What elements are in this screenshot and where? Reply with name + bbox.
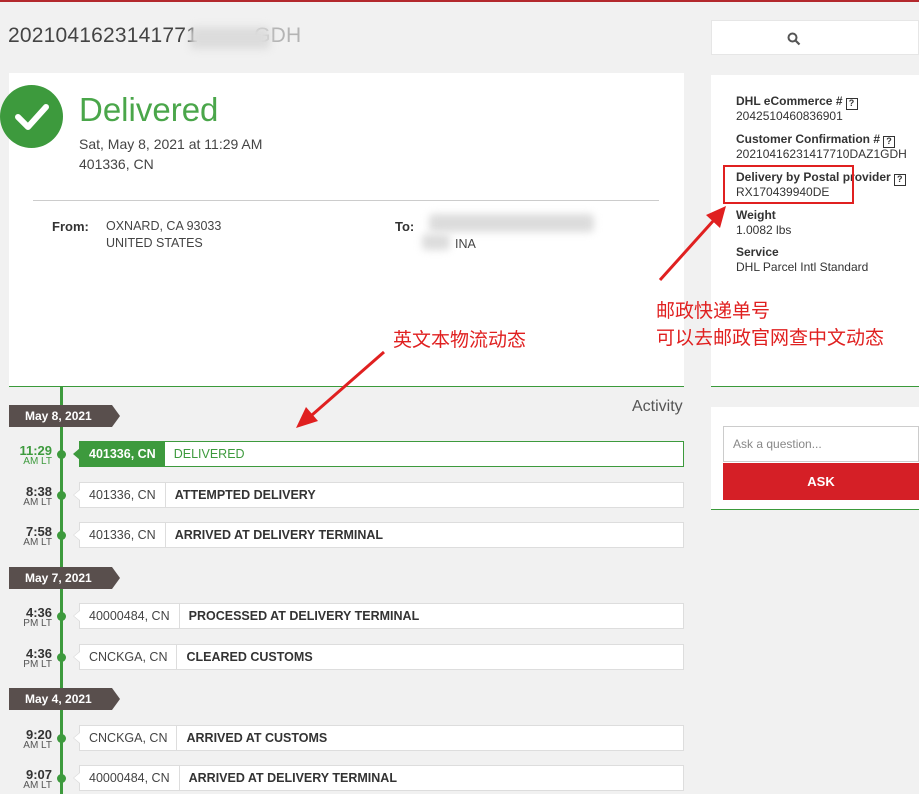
from-label: From: bbox=[52, 219, 89, 234]
annotation-arrowhead bbox=[296, 407, 318, 428]
help-icon[interactable]: ? bbox=[893, 174, 906, 186]
event-location: CNCKGA, CN bbox=[80, 645, 178, 669]
redacted-blur bbox=[422, 234, 450, 250]
event-description: DELIVERED bbox=[173, 447, 245, 461]
help-icon[interactable]: ? bbox=[845, 98, 858, 110]
confirmation-number-value: 20210416231417710DAZ1GDH bbox=[736, 147, 907, 161]
service-label: Service bbox=[736, 245, 779, 259]
activity-heading: Activity bbox=[632, 398, 683, 415]
weight-value: 1.0082 lbs bbox=[736, 223, 792, 237]
ecommerce-number-value: 2042510460836901 bbox=[736, 109, 843, 123]
event-description: ATTEMPTED DELIVERY bbox=[174, 488, 316, 502]
timeline-dot bbox=[57, 774, 66, 783]
status-date: Sat, May 8, 2021 at 11:29 AM bbox=[79, 136, 263, 152]
event-location: CNCKGA, CN bbox=[80, 726, 178, 750]
confirmation-number-label: Customer Confirmation #? bbox=[736, 132, 896, 148]
timeline-dot bbox=[57, 612, 66, 621]
event-time: 8:38 AM LT bbox=[23, 484, 52, 508]
event-location: 401336, CN bbox=[80, 523, 166, 547]
date-badge: May 7, 2021 bbox=[9, 567, 120, 589]
event-description: CLEARED CUSTOMS bbox=[186, 650, 313, 664]
annotation-postal-hint: 可以去邮政官网查中文动态 bbox=[656, 327, 885, 349]
annotation-highlight-box bbox=[723, 165, 854, 204]
activity-row[interactable]: 40000484, CN ARRIVED AT DELIVERY TERMINA… bbox=[73, 765, 684, 791]
to-address-line2: INA bbox=[455, 237, 476, 251]
event-time: 4:36 PM LT bbox=[23, 646, 52, 670]
activity-row[interactable]: CNCKGA, CN ARRIVED AT CUSTOMS bbox=[73, 725, 684, 751]
date-badge: May 8, 2021 bbox=[9, 405, 120, 427]
event-description: PROCESSED AT DELIVERY TERMINAL bbox=[188, 609, 420, 623]
tracking-number-start: 2021041623141771 bbox=[8, 24, 199, 47]
event-time: 11:29 AM LT bbox=[19, 443, 52, 467]
redacted-blur bbox=[190, 27, 270, 49]
from-address-line1: OXNARD, CA 93033 bbox=[106, 219, 222, 233]
event-time: 4:36 PM LT bbox=[23, 605, 52, 629]
ecommerce-number-label: DHL eCommerce #? bbox=[736, 94, 858, 110]
timeline-line bbox=[60, 387, 63, 794]
date-badge: May 4, 2021 bbox=[9, 688, 120, 710]
search-box[interactable] bbox=[711, 20, 919, 55]
timeline-dot bbox=[57, 491, 66, 500]
event-location: 401336, CN bbox=[80, 483, 166, 507]
from-address-line2: UNITED STATES bbox=[106, 236, 203, 250]
to-label: To: bbox=[395, 219, 415, 234]
event-description: ARRIVED AT DELIVERY TERMINAL bbox=[174, 528, 384, 542]
activity-row[interactable]: 40000484, CN PROCESSED AT DELIVERY TERMI… bbox=[73, 603, 684, 629]
annotation-english-tracking: 英文本物流动态 bbox=[393, 329, 527, 351]
delivered-check-icon bbox=[0, 85, 63, 148]
activity-row[interactable]: 401336, CN ATTEMPTED DELIVERY bbox=[73, 482, 684, 508]
timeline-dot bbox=[57, 653, 66, 662]
event-location: 401336, CN bbox=[80, 442, 165, 466]
divider bbox=[33, 200, 659, 201]
service-value: DHL Parcel Intl Standard bbox=[736, 260, 869, 274]
timeline-dot bbox=[57, 531, 66, 540]
activity-row[interactable]: 401336, CN DELIVERED bbox=[73, 441, 684, 467]
event-location: 40000484, CN bbox=[80, 766, 180, 790]
ask-question-input[interactable] bbox=[723, 426, 919, 462]
event-time: 7:58 AM LT bbox=[23, 524, 52, 548]
event-location: 40000484, CN bbox=[80, 604, 180, 628]
timeline-dot bbox=[57, 734, 66, 743]
redacted-blur bbox=[429, 214, 594, 232]
ask-question-panel: ASK bbox=[711, 407, 919, 510]
top-accent-line bbox=[0, 0, 919, 2]
status-title: Delivered bbox=[79, 91, 219, 128]
activity-row[interactable]: CNCKGA, CN CLEARED CUSTOMS bbox=[73, 644, 684, 670]
activity-row[interactable]: 401336, CN ARRIVED AT DELIVERY TERMINAL bbox=[73, 522, 684, 548]
weight-label: Weight bbox=[736, 208, 776, 222]
ask-button[interactable]: ASK bbox=[723, 463, 919, 500]
search-icon[interactable] bbox=[787, 32, 801, 46]
annotation-postal-number: 邮政快递单号 bbox=[656, 300, 771, 322]
event-description: ARRIVED AT DELIVERY TERMINAL bbox=[188, 771, 397, 785]
status-location: 401336, CN bbox=[79, 156, 154, 172]
shipment-status-card: Delivered Sat, May 8, 2021 at 11:29 AM 4… bbox=[0, 73, 684, 387]
timeline-dot bbox=[57, 450, 66, 459]
event-description: ARRIVED AT CUSTOMS bbox=[186, 731, 328, 745]
event-time: 9:07 AM LT bbox=[23, 767, 52, 791]
event-time: 9:20 AM LT bbox=[23, 727, 52, 751]
